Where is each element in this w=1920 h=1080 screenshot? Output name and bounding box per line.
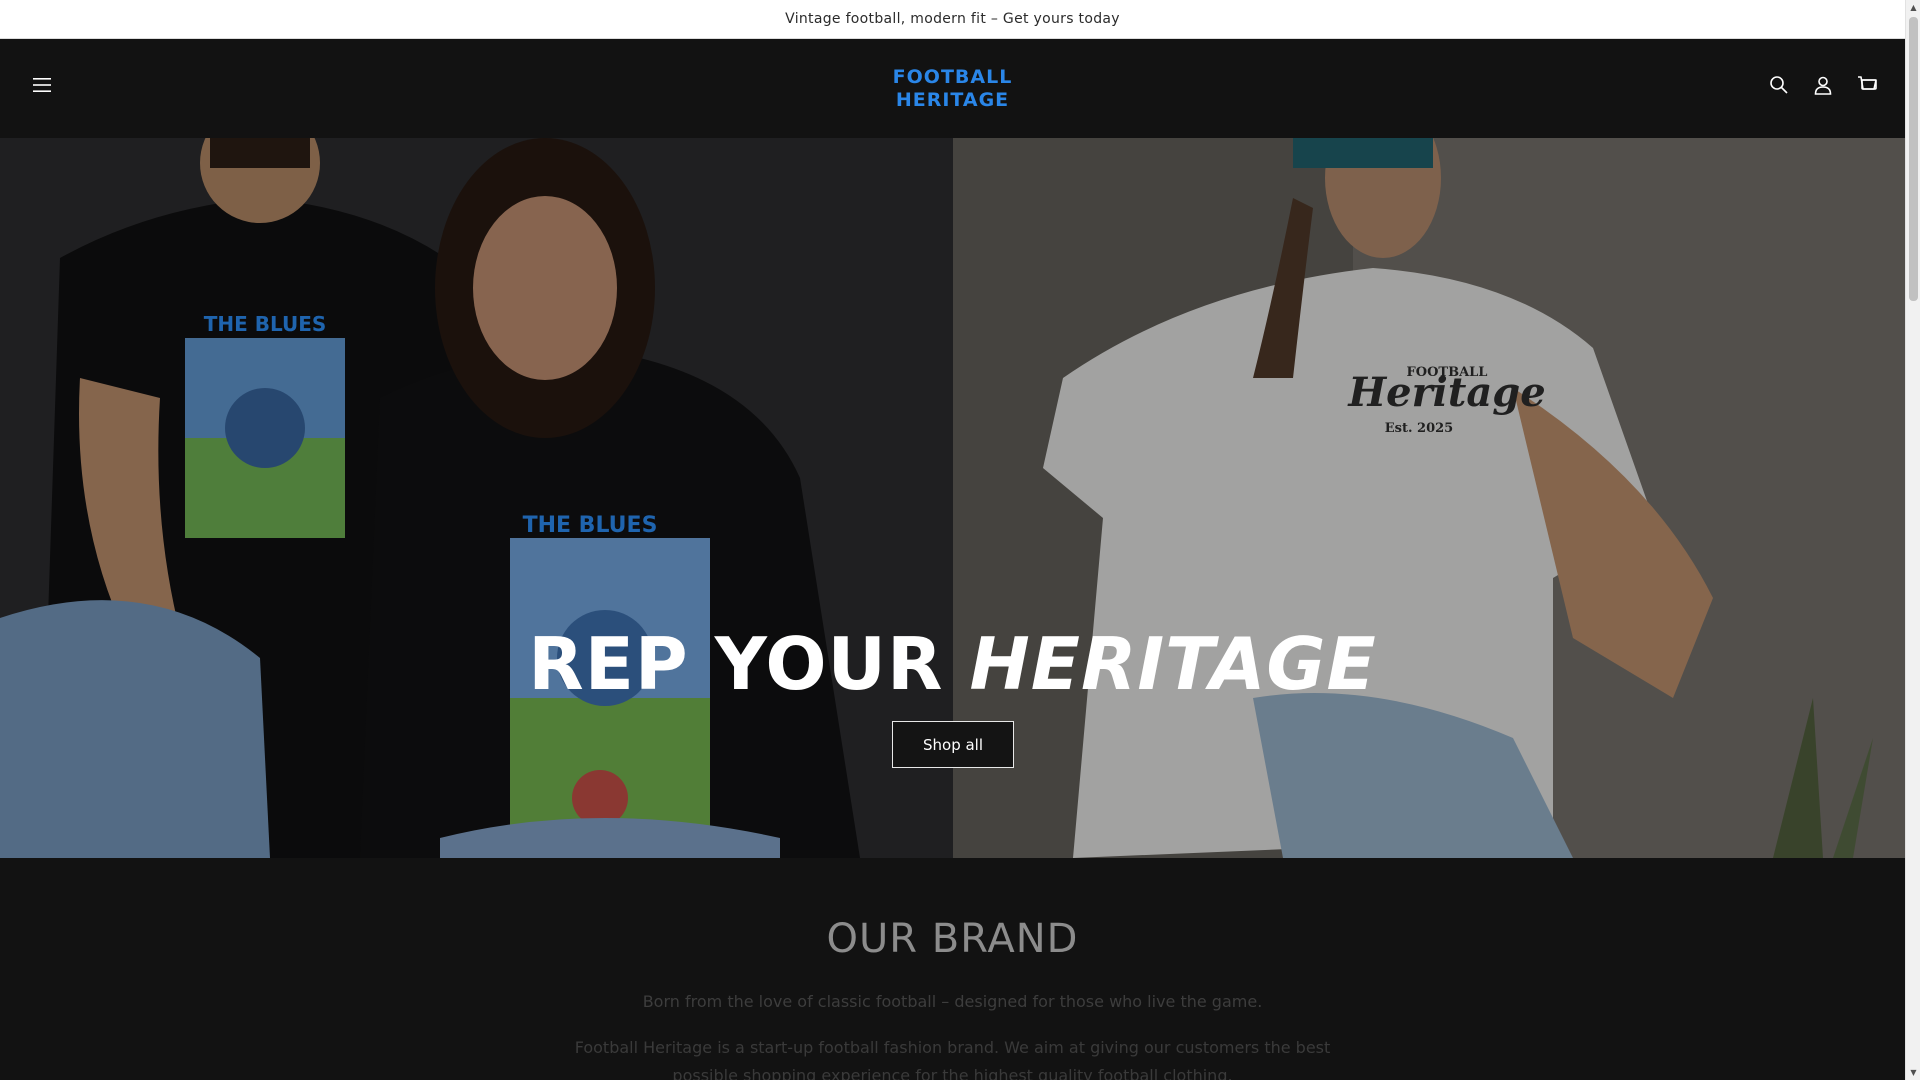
announcement-bar: Vintage football, modern fit – Get yours… (0, 0, 1905, 39)
brand-subheading: Born from the love of classic football –… (642, 992, 1263, 1011)
brand-body-text: Football Heritage is a start-up football… (574, 1038, 1331, 1080)
announcement-text: Vintage football, modern fit – Get yours… (785, 11, 1120, 27)
our-brand-section: OUR BRAND Born from the love of classic … (0, 858, 1905, 1080)
site-logo[interactable]: FOOTBALL HERITAGE (893, 66, 1013, 112)
brand-heading: OUR BRAND (826, 916, 1079, 962)
logo-line-1: FOOTBALL (892, 65, 1013, 88)
hero-overlay-right (953, 138, 1905, 858)
account-button[interactable] (1805, 67, 1841, 103)
scrollbar-thumb[interactable] (1909, 17, 1918, 301)
hero-title-plain: REP YOUR (528, 622, 970, 706)
search-icon (1770, 76, 1788, 94)
hero-title: REP YOUR HERITAGE (0, 620, 1905, 708)
logo-line-2: HERITAGE (895, 88, 1010, 111)
cart-icon (1858, 76, 1877, 90)
menu-button[interactable] (24, 67, 60, 103)
hero-image-left: THE BLUES THE BLUES (0, 138, 953, 858)
scroll-up-arrow-icon[interactable]: ▲ (1906, 0, 1920, 15)
account-icon (1814, 76, 1832, 95)
hero-image-right: FOOTBALL Heritage Est. 2025 (953, 138, 1905, 858)
menu-icon (33, 78, 51, 92)
header-icons (1761, 67, 1885, 103)
scroll-down-arrow-icon[interactable]: ▼ (1906, 1065, 1920, 1080)
shop-all-button[interactable]: Shop all (892, 721, 1014, 768)
hero-title-emphasis: HERITAGE (969, 622, 1377, 706)
page-scrollbar[interactable]: ▲ ▼ (1905, 0, 1920, 1080)
search-button[interactable] (1761, 67, 1797, 103)
hero-banner: THE BLUES THE BLUES FOOTBALL Heritage Es… (0, 138, 1905, 858)
hero-overlay-left (0, 138, 953, 858)
cart-button[interactable] (1849, 67, 1885, 103)
site-header: FOOTBALL HERITAGE (0, 39, 1905, 138)
